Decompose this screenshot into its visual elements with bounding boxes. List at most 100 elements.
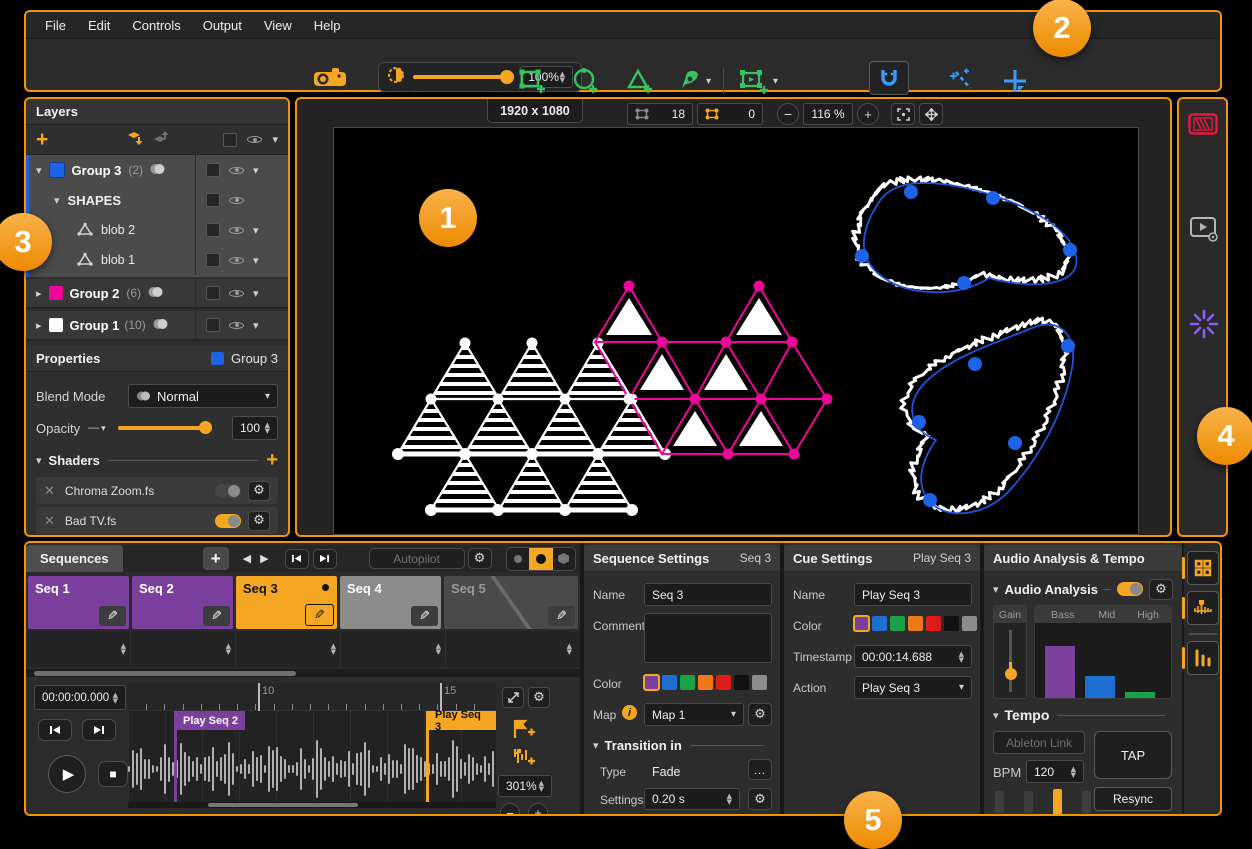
shaders-section-header[interactable]: Shaders + — [36, 449, 278, 471]
layers-header-chevron-icon[interactable] — [272, 133, 278, 146]
timeline-scrollbar-thumb[interactable] — [208, 803, 358, 807]
row-checkbox[interactable] — [206, 193, 220, 207]
shader-settings-button[interactable] — [248, 511, 270, 531]
tempo-section[interactable]: Tempo — [993, 705, 1173, 725]
tap-button[interactable]: TAP — [1094, 731, 1172, 779]
first-sequence-button[interactable] — [285, 549, 309, 569]
mapping-canvas[interactable] — [333, 127, 1139, 535]
color-swatch-purple-selected[interactable] — [854, 616, 869, 631]
zoom-out-button[interactable]: − — [777, 103, 799, 125]
row-eye-icon[interactable] — [229, 287, 244, 300]
brightness-stepper[interactable] — [560, 71, 565, 83]
timeline-zoom-stepper[interactable] — [539, 780, 544, 792]
bpm-stepper[interactable] — [1071, 766, 1076, 778]
group3-color-swatch[interactable] — [49, 162, 65, 178]
timeline-expand-button[interactable] — [502, 687, 524, 708]
effects-starburst-icon[interactable] — [1189, 309, 1219, 344]
action-select[interactable]: Play Seq 3 — [854, 676, 972, 699]
layer-row-group2[interactable]: Group 2 (6) — [26, 279, 288, 309]
cue-flag-playseq3[interactable]: Play Seq 3 — [428, 711, 496, 730]
audio-analysis-section[interactable]: Audio Analysis — [993, 579, 1173, 599]
timeline-ruler[interactable]: 10 15 — [128, 683, 496, 711]
brightness-slider-knob[interactable] — [500, 70, 514, 84]
row-chevron-icon[interactable] — [253, 224, 259, 237]
edit-sequence-button[interactable] — [99, 606, 126, 626]
group3-expand-icon[interactable] — [36, 164, 42, 177]
tempo-expand-icon[interactable] — [993, 709, 999, 722]
add-sequence-button[interactable]: + — [203, 547, 229, 570]
shader-row-badtv[interactable]: ✕ Bad TV.fs — [36, 507, 278, 534]
opacity-slider-knob[interactable] — [199, 421, 212, 434]
sequence-name-input[interactable]: Seq 3 — [644, 583, 772, 606]
play-button[interactable]: ▶ — [48, 755, 86, 793]
brightness-slider[interactable] — [413, 75, 512, 79]
resync-button[interactable]: Resync — [1094, 787, 1172, 811]
add-group-dropdown-icon[interactable] — [773, 76, 778, 87]
menu-help[interactable]: Help — [303, 18, 352, 33]
timecode-stepper[interactable] — [113, 692, 118, 704]
timestamp-field[interactable]: 00:00:14.688 — [854, 645, 972, 668]
autopilot-button[interactable]: Autopilot — [369, 548, 465, 569]
color-swatch-black[interactable] — [734, 675, 749, 690]
row-checkbox[interactable] — [206, 223, 220, 237]
last-sequence-button[interactable] — [313, 549, 337, 569]
shader-toggle-on[interactable] — [215, 514, 241, 528]
blend-mode-select[interactable]: Normal — [128, 384, 278, 408]
row-eye-icon[interactable] — [229, 319, 244, 332]
audio-analysis-settings-button[interactable] — [1149, 579, 1173, 600]
transition-settings-button[interactable] — [748, 788, 772, 810]
opacity-slider[interactable] — [118, 426, 210, 430]
row-checkbox[interactable] — [206, 318, 220, 332]
canvas-zoom-field[interactable]: 116 % — [803, 103, 853, 125]
color-swatch-red[interactable] — [716, 675, 731, 690]
map-select[interactable]: Map 1 — [644, 703, 744, 726]
view-sequences-grid-button[interactable] — [1187, 551, 1219, 585]
timeline-go-start-button[interactable] — [38, 719, 72, 741]
layer-row-blob1[interactable]: blob 1 — [29, 245, 288, 275]
magnet-tool-active[interactable] — [869, 61, 909, 95]
fit-view-button[interactable] — [891, 103, 915, 125]
sequence-card-seq3-active[interactable]: Seq 3 — [236, 576, 337, 629]
layer-row-group1[interactable]: Group 1 (10) — [26, 311, 288, 341]
add-shader-button[interactable]: + — [266, 449, 278, 472]
duration-stepper[interactable] — [226, 643, 231, 655]
group2-instances-icon[interactable] — [147, 285, 164, 302]
color-swatch-black[interactable] — [944, 616, 959, 631]
timeline-zoom-in-button[interactable]: + — [528, 803, 548, 816]
duration-stepper[interactable] — [331, 643, 336, 655]
cue-flag-playseq2[interactable]: Play Seq 2 — [176, 711, 245, 730]
add-cue-tool[interactable] — [1001, 67, 1029, 100]
sequences-tab[interactable]: Sequences — [26, 545, 123, 572]
shader-row-chroma[interactable]: ✕ Chroma Zoom.fs — [36, 477, 278, 504]
sequences-scrollbar-thumb[interactable] — [34, 671, 296, 676]
view-timeline-button[interactable] — [1187, 591, 1219, 625]
group3-instances-icon[interactable] — [149, 162, 166, 179]
timestamp-stepper[interactable] — [959, 651, 964, 663]
test-pattern-icon[interactable] — [1188, 113, 1218, 140]
shader-settings-button[interactable] — [248, 481, 270, 501]
row-chevron-icon[interactable] — [253, 164, 259, 177]
sequence-card-seq4[interactable]: Seq 4 — [340, 576, 441, 629]
stop-button[interactable]: ■ — [98, 761, 128, 787]
sequence-card-seq1[interactable]: Seq 1 — [28, 576, 129, 629]
layer-row-group3[interactable]: Group 3 (2) — [29, 155, 288, 185]
transition-in-section[interactable]: Transition in — [593, 735, 772, 755]
transition-more-button[interactable]: … — [748, 759, 772, 780]
timeline-go-end-button[interactable] — [82, 719, 116, 741]
playmode-hex-active-button[interactable] — [529, 548, 553, 570]
audio-analysis-expand-icon[interactable] — [993, 583, 999, 596]
add-cue-flag-icon[interactable] — [512, 719, 536, 744]
timeline-scrollbar[interactable] — [128, 802, 496, 808]
row-eye-icon[interactable] — [229, 164, 244, 177]
add-group-tool[interactable] — [738, 68, 778, 94]
transition-type-value[interactable]: Fade — [652, 765, 681, 779]
layer-row-blob2[interactable]: blob 2 — [29, 215, 288, 245]
color-swatch-red[interactable] — [926, 616, 941, 631]
pan-view-button[interactable] — [919, 103, 943, 125]
color-swatch-blue[interactable] — [662, 675, 677, 690]
layers-header-checkbox[interactable] — [223, 133, 237, 147]
menu-file[interactable]: File — [34, 18, 77, 33]
prev-sequence-icon[interactable]: ◀ — [243, 552, 251, 565]
sequence-card-seq2[interactable]: Seq 2 — [132, 576, 233, 629]
shaders-expand-icon[interactable] — [36, 454, 42, 467]
